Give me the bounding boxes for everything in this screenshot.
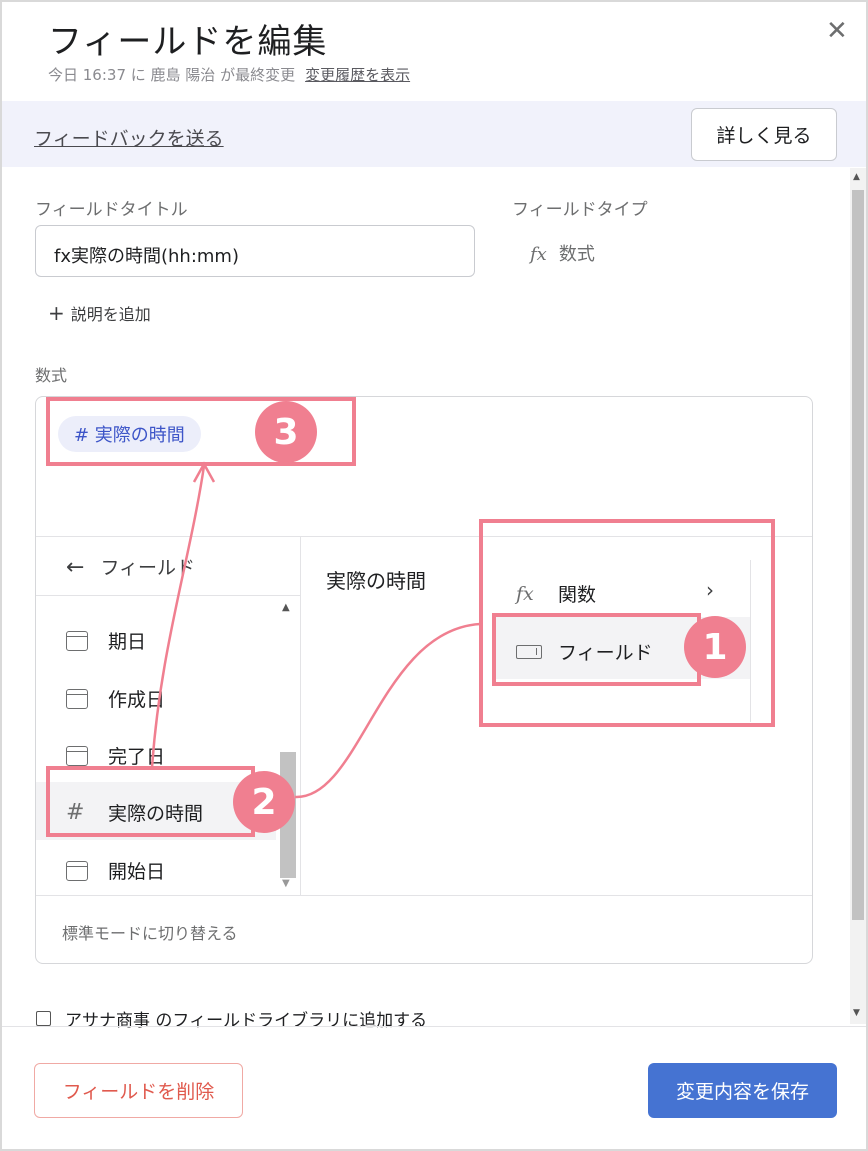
formula-label: 数式 <box>35 366 68 385</box>
learn-more-button[interactable]: 詳しく見る <box>691 108 837 161</box>
back-to-fields[interactable]: ← フィールド <box>66 553 195 580</box>
last-modified-text: 今日 16:37 に 鹿島 陽治 が最終変更 <box>48 66 296 84</box>
field-title-label: フィールドタイトル <box>35 200 188 220</box>
back-label: フィールド <box>100 557 196 579</box>
list-item-label: 作成日 <box>108 689 166 711</box>
field-type-value: fx 数式 <box>530 240 595 266</box>
scroll-up-icon[interactable]: ▲ <box>853 172 860 182</box>
preview-title: 実際の時間 <box>326 569 426 593</box>
plus-icon: + <box>48 301 65 325</box>
field-item-due-date[interactable]: 期日 <box>66 627 146 654</box>
list-item-label: 完了日 <box>108 746 166 768</box>
highlight-box-1 <box>492 613 701 686</box>
field-title-input[interactable]: fx実際の時間(hh:mm) <box>35 225 475 277</box>
feedback-link[interactable]: フィードバックを送る <box>34 124 224 151</box>
calendar-icon <box>66 688 88 709</box>
close-icon[interactable]: ✕ <box>826 16 848 46</box>
library-checkbox-label: アサナ商事 のフィールドライブラリに追加する <box>65 1011 428 1031</box>
divider <box>36 595 300 596</box>
arrow-left-icon: ← <box>66 555 85 580</box>
field-item-created-date[interactable]: 作成日 <box>66 685 165 712</box>
step-badge-3: 3 <box>255 401 317 463</box>
scroll-down-icon[interactable]: ▼ <box>282 878 290 889</box>
history-link[interactable]: 変更履歴を表示 <box>305 66 410 84</box>
step-badge-2: 2 <box>233 771 295 833</box>
scroll-up-icon[interactable]: ▲ <box>282 602 290 613</box>
calendar-icon <box>66 630 88 651</box>
divider <box>300 537 301 895</box>
scroll-down-icon[interactable]: ▼ <box>853 1008 860 1018</box>
add-description-button[interactable]: + 説明を追加 <box>48 301 151 325</box>
field-type-text: 数式 <box>558 244 595 265</box>
formula-icon: fx <box>530 244 547 265</box>
field-item-start-date[interactable]: 開始日 <box>66 857 165 884</box>
list-item-label: 開始日 <box>108 861 166 883</box>
divider <box>36 895 812 896</box>
divider <box>2 1026 866 1027</box>
calendar-icon <box>66 860 88 881</box>
library-checkbox[interactable] <box>36 1011 51 1026</box>
field-type-label: フィールドタイプ <box>512 200 648 220</box>
save-changes-button[interactable]: 変更内容を保存 <box>648 1063 837 1118</box>
last-modified-info: 今日 16:37 に 鹿島 陽治 が最終変更 変更履歴を表示 <box>48 64 410 85</box>
add-description-label: 説明を追加 <box>70 305 151 324</box>
calendar-icon <box>66 745 88 766</box>
switch-standard-mode-link[interactable]: 標準モードに切り替える <box>62 920 238 944</box>
delete-field-button[interactable]: フィールドを削除 <box>34 1063 243 1118</box>
page-scrollbar-thumb[interactable] <box>852 190 864 920</box>
highlight-box-2 <box>46 766 255 837</box>
library-checkbox-row[interactable]: アサナ商事 のフィールドライブラリに追加する <box>36 1006 427 1031</box>
step-badge-1: 1 <box>684 616 746 678</box>
field-item-completed-date[interactable]: 完了日 <box>66 742 165 769</box>
list-item-label: 期日 <box>108 631 147 653</box>
dialog-title: フィールドを編集 <box>48 22 328 62</box>
